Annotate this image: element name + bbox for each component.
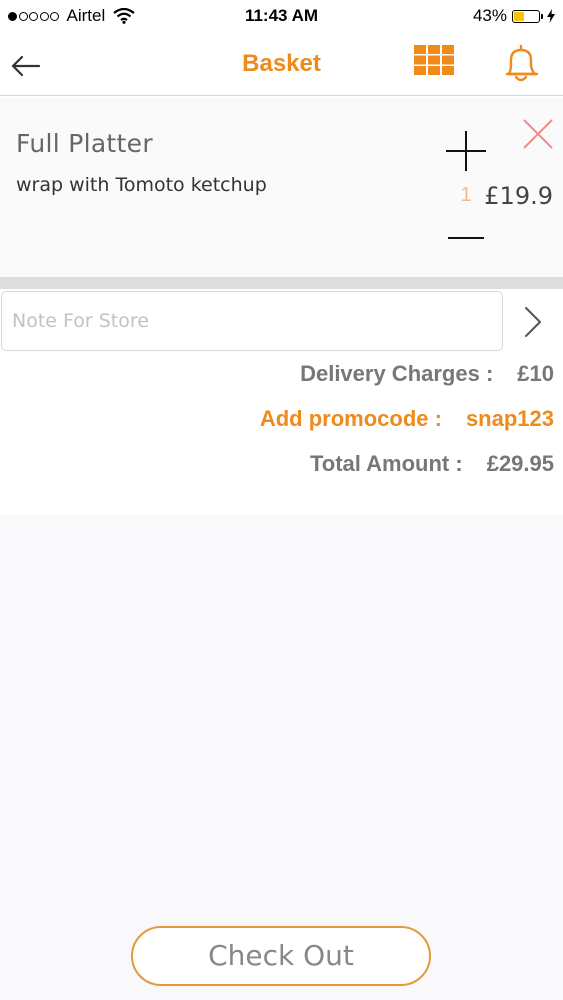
- item-description: wrap with Tomoto ketchup: [16, 174, 267, 196]
- promocode-row[interactable]: Add promocode : snap123: [260, 406, 554, 432]
- checkout-button[interactable]: Check Out: [131, 926, 431, 986]
- battery-icon: [512, 9, 543, 23]
- store-note-input[interactable]: [1, 291, 503, 351]
- section-divider: [0, 277, 563, 289]
- delivery-charges-row: Delivery Charges : £10: [300, 361, 554, 387]
- total-amount-row: Total Amount : £29.95: [310, 451, 554, 477]
- delivery-charges-label: Delivery Charges :: [300, 361, 494, 386]
- page-title: Basket: [242, 50, 321, 77]
- increase-quantity-button[interactable]: [445, 130, 487, 172]
- battery-percent: 43%: [472, 6, 507, 25]
- grid-icon[interactable]: [414, 45, 454, 75]
- basket-item: Full Platter wrap with Tomoto ketchup 1 …: [0, 97, 563, 277]
- delivery-charges-value: £10: [517, 361, 554, 386]
- item-quantity: 1: [460, 184, 472, 206]
- status-right: 43%: [473, 6, 555, 26]
- promocode-value[interactable]: snap123: [466, 406, 554, 432]
- status-bar: Airtel 11:43 AM 43%: [0, 0, 563, 32]
- chevron-right-icon[interactable]: [521, 304, 545, 340]
- promocode-label[interactable]: Add promocode :: [260, 406, 442, 432]
- nav-bar: Basket: [0, 32, 563, 96]
- decrease-quantity-button[interactable]: [447, 227, 485, 249]
- total-amount-value: £29.95: [486, 451, 554, 476]
- item-name: Full Platter: [16, 129, 153, 158]
- total-amount-label: Total Amount :: [309, 451, 463, 476]
- remove-item-icon[interactable]: [522, 118, 554, 150]
- item-price: £19.9: [484, 182, 553, 210]
- charging-icon: [547, 9, 555, 23]
- bell-icon[interactable]: [501, 42, 541, 84]
